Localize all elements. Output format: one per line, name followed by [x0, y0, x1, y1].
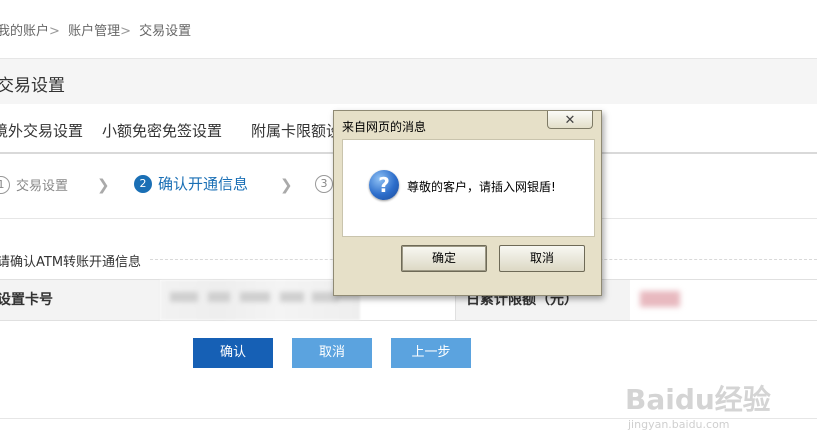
- confirm-button[interactable]: 确认: [193, 338, 273, 368]
- step-label: 交易设置: [16, 179, 69, 194]
- breadcrumb-separator: >: [49, 24, 60, 39]
- step-label: 确认开通信息: [158, 175, 249, 193]
- breadcrumb-separator: >: [120, 24, 131, 39]
- cancel-button[interactable]: 取消: [292, 338, 372, 368]
- step-2: 2 确认开通信息: [134, 173, 248, 194]
- step-1: 1 交易设置: [0, 175, 68, 194]
- close-icon[interactable]: ✕: [547, 111, 593, 129]
- tab-small-amount-settings[interactable]: 小额免密免签设置: [102, 120, 222, 141]
- question-icon: ?: [369, 170, 399, 200]
- page-title: 交易设置: [0, 76, 65, 96]
- card-number-value-redacted: [160, 280, 360, 320]
- step-number: 1: [0, 175, 10, 194]
- watermark: Baidu经验: [625, 383, 771, 416]
- dialog-cancel-button[interactable]: 取消: [499, 245, 585, 272]
- breadcrumb-trade-settings: 交易设置: [139, 24, 192, 39]
- breadcrumb: 我的账户> 账户管理> 交易设置: [0, 20, 191, 39]
- chevron-right-icon: ❯: [97, 176, 110, 194]
- step-number: 2: [134, 174, 152, 193]
- dialog-message: 尊敬的客户，请插入网银盾!: [407, 180, 556, 194]
- watermark-url: jingyan.baidu.com: [628, 418, 730, 431]
- alert-dialog: 来自网页的消息 ✕ ? 尊敬的客户，请插入网银盾! 确定 取消: [333, 110, 602, 296]
- dialog-body: ? 尊敬的客户，请插入网银盾!: [342, 139, 595, 237]
- tab-overseas-trade-settings[interactable]: 境外交易设置: [0, 120, 83, 141]
- breadcrumb-account-management[interactable]: 账户管理: [68, 24, 120, 39]
- chevron-right-icon: ❯: [280, 176, 293, 194]
- dialog-title: 来自网页的消息: [342, 120, 427, 134]
- section-title: 请确认ATM转账开通信息: [0, 251, 148, 270]
- breadcrumb-my-account[interactable]: 我的账户: [0, 24, 49, 39]
- daily-limit-value-redacted: [640, 291, 680, 307]
- dialog-ok-button[interactable]: 确定: [401, 245, 487, 272]
- tab-supplementary-card-limit[interactable]: 附属卡限额设: [251, 120, 341, 141]
- step-number: 3: [315, 175, 333, 193]
- page-header: 交易设置: [0, 58, 817, 106]
- card-number-label: 设置卡号: [0, 280, 160, 320]
- previous-step-button[interactable]: 上一步: [391, 338, 471, 368]
